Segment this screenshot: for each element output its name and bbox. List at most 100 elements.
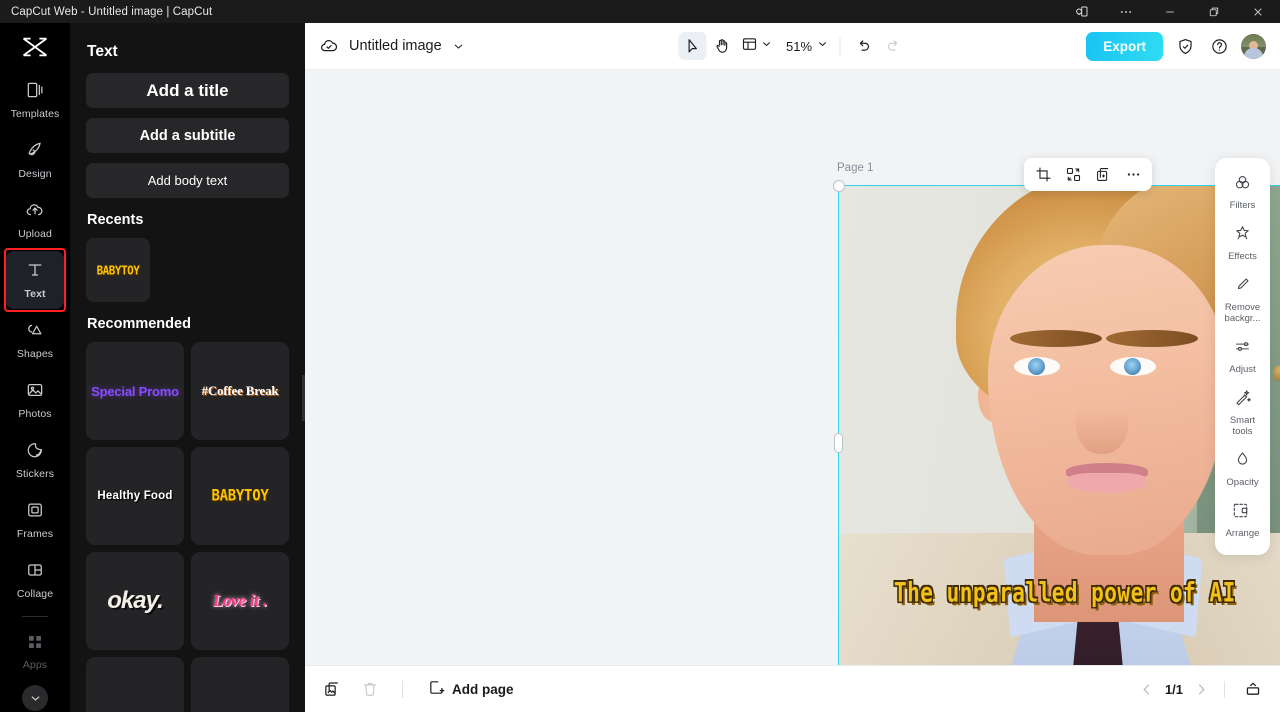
text-preset-card[interactable]: Healthy Food — [86, 447, 184, 545]
duplicate-plus-icon[interactable] — [1090, 162, 1116, 188]
selection-handle-left[interactable] — [834, 433, 843, 453]
text-preset-card[interactable]: BABYTOY — [191, 447, 289, 545]
object-float-toolbar — [1024, 158, 1152, 191]
capcut-logo[interactable] — [0, 23, 70, 71]
shapes-icon — [25, 320, 45, 345]
preset-label: BABYTOY — [96, 262, 140, 278]
redo-button[interactable] — [879, 32, 907, 60]
bottom-bar: Add page 1/1 — [305, 665, 1280, 712]
pager-divider — [1224, 680, 1225, 698]
toolbar-right: Export — [1086, 31, 1266, 61]
minimize-icon[interactable] — [1148, 0, 1192, 23]
close-icon[interactable] — [1236, 0, 1280, 23]
editor-toolbar: Untitled image 51% Export — [305, 23, 1280, 70]
preset-label: Love it . — [212, 591, 268, 610]
document-name[interactable]: Untitled image — [349, 38, 442, 54]
rail-items: Templates Design Upload Text Shapes Phot… — [0, 71, 70, 711]
prev-page-button[interactable] — [1139, 682, 1154, 697]
hand-tool-button[interactable] — [708, 32, 736, 60]
upload-cloud-icon — [25, 200, 45, 225]
sidebar-item-photos[interactable]: Photos — [6, 371, 64, 429]
photo-brow-right — [1106, 330, 1198, 347]
sidebar-item-label: Stickers — [15, 468, 55, 481]
sidebar-item-text[interactable]: Text — [4, 248, 66, 312]
photo-brow-left — [1010, 330, 1102, 347]
add-subtitle-button[interactable]: Add a subtitle — [86, 118, 289, 153]
bottom-left-actions: Add page — [319, 675, 520, 703]
collage-icon — [25, 560, 45, 585]
avatar[interactable] — [1241, 33, 1266, 59]
magic-wand-icon — [1233, 388, 1252, 412]
text-t-icon — [25, 260, 45, 285]
dock-item-label: Adjust — [1229, 364, 1256, 375]
undo-button[interactable] — [849, 32, 877, 60]
present-icon[interactable] — [1240, 676, 1266, 702]
dock-item-arrange[interactable]: Arrange — [1217, 496, 1269, 545]
export-button[interactable]: Export — [1086, 31, 1163, 61]
dock-item-adjust[interactable]: Adjust — [1217, 332, 1269, 381]
sidebar-item-stickers[interactable]: Stickers — [6, 431, 64, 489]
dock-item-opacity[interactable]: Opacity — [1217, 445, 1269, 494]
text-preset-card[interactable] — [191, 657, 289, 712]
add-page-button[interactable]: Add page — [422, 675, 520, 703]
more-horizontal-icon[interactable] — [1120, 162, 1146, 188]
sidebar-item-apps[interactable]: Apps — [6, 623, 64, 681]
sidebar-item-design[interactable]: Design — [6, 131, 64, 189]
add-page-label: Add page — [452, 681, 514, 697]
canvas-text-overlay[interactable]: The unparalled power of AI — [894, 577, 1280, 608]
add-body-text-button[interactable]: Add body text — [86, 163, 289, 198]
add-title-button[interactable]: Add a title — [86, 73, 289, 108]
restore-icon[interactable] — [1192, 0, 1236, 23]
frame-icon — [25, 500, 45, 525]
text-preset-card[interactable]: #Coffee Break — [191, 342, 289, 440]
sidebar-item-label: Frames — [16, 528, 54, 541]
text-preset-card[interactable]: Love it . — [191, 552, 289, 650]
chevron-down-icon — [816, 37, 828, 55]
rail-divider — [22, 616, 48, 617]
shield-check-icon[interactable] — [1173, 34, 1197, 58]
zoom-control[interactable]: 51% — [782, 32, 830, 60]
sidebar-item-upload[interactable]: Upload — [6, 191, 64, 249]
dock-item-filters[interactable]: Filters — [1217, 168, 1269, 217]
sidebar-item-shapes[interactable]: Shapes — [6, 311, 64, 369]
dock-item-label: Opacity — [1226, 477, 1259, 488]
more-horizontal-icon[interactable] — [1104, 0, 1148, 23]
canvas-stage[interactable]: Page 1 10 — [305, 70, 1280, 665]
sidebar-item-collage[interactable]: Collage — [6, 551, 64, 609]
select-tool-button[interactable] — [678, 32, 706, 60]
help-circle-icon[interactable] — [1207, 34, 1231, 58]
avatar-body — [1244, 47, 1263, 59]
panel-title: Text — [87, 43, 118, 60]
photo-icon — [25, 380, 45, 405]
recent-text-preset[interactable]: BABYTOY — [86, 238, 150, 302]
text-preset-card[interactable] — [86, 657, 184, 712]
text-preset-card[interactable]: okay. — [86, 552, 184, 650]
artboard[interactable]: 10 — [838, 185, 1280, 665]
cloud-saved-icon — [319, 36, 339, 56]
text-preset-card[interactable]: Special Promo — [86, 342, 184, 440]
rail-expand-button[interactable] — [22, 685, 48, 711]
crop-icon[interactable] — [1030, 162, 1056, 188]
screenshot-icon[interactable] — [1060, 0, 1104, 23]
replace-shuffle-icon[interactable] — [1060, 162, 1086, 188]
recommended-heading: Recommended — [87, 316, 191, 332]
sidebar-item-frames[interactable]: Frames — [6, 491, 64, 549]
editor-main: Untitled image 51% Export Page 1 The unp… — [305, 23, 1280, 712]
dock-item-remove-background[interactable]: Remove backgr... — [1217, 270, 1269, 330]
dock-item-effects[interactable]: Effects — [1217, 219, 1269, 268]
text-panel: Text Add a title Add a subtitle Add body… — [70, 23, 305, 712]
selection-handle-top-left[interactable] — [833, 180, 845, 192]
trash-icon[interactable] — [357, 676, 383, 702]
panel-collapse-handle[interactable] — [302, 375, 305, 421]
window-controls — [1060, 0, 1280, 23]
dock-item-smart-tools[interactable]: Smart tools — [1217, 383, 1269, 443]
design-icon — [25, 140, 45, 165]
photo-iris — [1028, 358, 1045, 375]
next-page-button[interactable] — [1194, 682, 1209, 697]
sidebar-item-label: Upload — [18, 228, 52, 241]
layout-tool-button[interactable] — [738, 32, 774, 60]
sidebar-item-templates[interactable]: Templates — [6, 71, 64, 129]
chevron-down-icon[interactable] — [452, 40, 465, 53]
duplicate-page-icon[interactable] — [319, 676, 345, 702]
window-title: CapCut Web - Untitled image | CapCut — [11, 5, 213, 18]
